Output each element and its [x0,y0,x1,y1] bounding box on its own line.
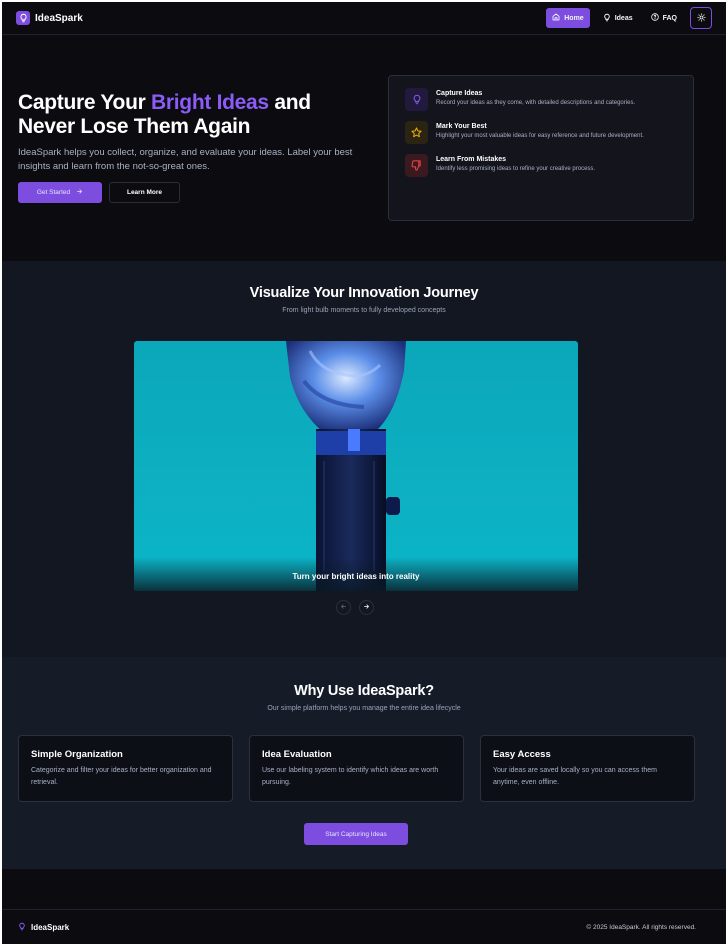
nav-faq[interactable]: FAQ [646,9,682,27]
feature-desc: Identify less promising ideas to refine … [436,166,596,172]
top-nav: IdeaSpark Home Ideas FAQ [2,2,726,35]
benefit-card: Easy Access Your ideas are saved locally… [480,735,695,802]
features-card: Capture Ideas Record your ideas as they … [388,75,694,221]
nav-ideas-label: Ideas [614,14,633,22]
theme-toggle-button[interactable] [690,7,712,29]
feature-title: Learn From Mistakes [436,156,507,163]
help-circle-icon [650,13,659,23]
sun-icon [696,9,706,27]
arrow-right-icon [363,603,370,612]
hero-title: Capture Your Bright Ideas and Never Lose… [18,91,358,139]
benefit-title: Simple Organization [31,749,123,760]
why-subtitle: Our simple platform helps you manage the… [267,705,461,712]
hero-content: Capture Your Bright Ideas and Never Lose… [18,91,358,203]
hero-subtitle: IdeaSpark helps you collect, organize, a… [18,147,353,172]
feature-title: Mark Your Best [436,123,487,130]
app-frame: IdeaSpark Home Ideas FAQ Capture Your Br… [2,2,726,944]
hero-title-part1: Capture Your [18,91,152,114]
hero-section: Capture Your Bright Ideas and Never Lose… [2,35,726,262]
visualize-subtitle: From light bulb moments to fully develop… [282,307,446,314]
feature-item: Learn From Mistakes Identify less promis… [405,154,679,177]
feature-desc: Record your ideas as they come, with det… [436,100,636,106]
nav-home[interactable]: Home [546,8,590,28]
benefit-title: Idea Evaluation [262,749,332,760]
visualize-section: Visualize Your Innovation Journey From l… [2,261,726,657]
hero-title-accent: Bright Ideas [151,91,269,114]
benefit-desc: Your ideas are saved locally so you can … [493,767,657,786]
arrow-right-icon [76,188,83,197]
lightbulb-icon [405,88,428,111]
benefit-title: Easy Access [493,749,551,760]
footer-brand-name: IdeaSpark [31,922,70,932]
benefit-desc: Categorize and filter your ideas for bet… [31,767,212,786]
footer-brand[interactable]: IdeaSpark [18,922,69,933]
why-section: Why Use IdeaSpark? Our simple platform h… [2,657,726,869]
image-carousel: Turn your bright ideas into reality [134,341,578,591]
star-icon [405,121,428,144]
benefit-card: Idea Evaluation Use our labeling system … [249,735,464,802]
get-started-button[interactable]: Get Started [18,182,102,203]
learn-more-button[interactable]: Learn More [109,182,180,203]
nav-ideas[interactable]: Ideas [598,9,638,28]
benefit-card: Simple Organization Categorize and filte… [18,735,233,802]
home-icon [552,13,560,23]
carousel-prev-button[interactable] [336,600,351,615]
brand-logo[interactable]: IdeaSpark [16,11,83,25]
hero-actions: Get Started Learn More [18,182,358,203]
why-title: Why Use IdeaSpark? [294,683,434,699]
start-capturing-button[interactable]: Start Capturing Ideas [304,823,408,845]
feature-desc: Highlight your most valuable ideas for e… [436,133,644,139]
arrow-left-icon [340,603,347,612]
get-started-label: Get Started [36,189,71,196]
carousel-controls [336,600,374,615]
feature-title: Capture Ideas [436,90,483,97]
nav-links: Home Ideas FAQ [546,7,712,29]
lightbulb-icon [18,922,26,933]
thumbs-down-icon [405,154,428,177]
why-cards: Simple Organization Categorize and filte… [18,735,695,802]
footer-copyright: © 2025 IdeaSpark. All rights reserved. [586,923,696,931]
slide-caption: Turn your bright ideas into reality [292,572,420,581]
lightbulb-icon [603,13,611,24]
nav-home-label: Home [564,14,584,22]
benefit-desc: Use our labeling system to identify whic… [262,767,439,786]
footer: IdeaSpark © 2025 IdeaSpark. All rights r… [2,909,726,944]
feature-item: Capture Ideas Record your ideas as they … [405,88,679,111]
feature-item: Mark Your Best Highlight your most valua… [405,121,679,144]
visualize-title: Visualize Your Innovation Journey [249,285,479,301]
brand-name: IdeaSpark [35,12,83,24]
nav-faq-label: FAQ [662,14,677,22]
carousel-next-button[interactable] [359,600,374,615]
lightbulb-icon [16,11,30,25]
slide-image [286,341,406,591]
